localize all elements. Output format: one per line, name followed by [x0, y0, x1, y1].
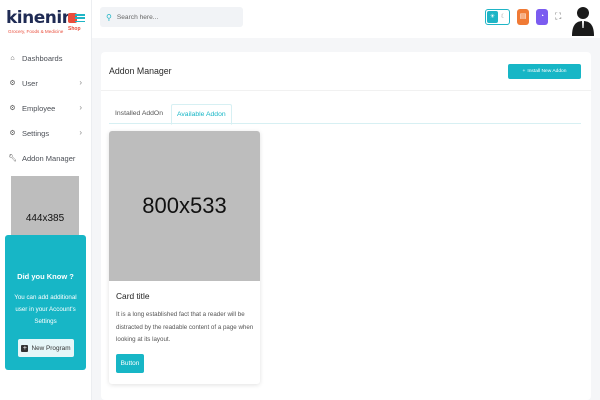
promo-card: Did you Know ? You can add additional us…	[5, 235, 86, 370]
sidebar-item-employee[interactable]: ⚙ Employee ›	[8, 100, 84, 116]
sidebar: kinenin Shop Grocery, Foods & Medicine ⌂…	[0, 0, 92, 400]
theme-toggle[interactable]: ☀ ☾	[485, 9, 510, 25]
image-size-label: 800x533	[142, 193, 227, 218]
brand-name: kinenin	[6, 8, 74, 28]
sidebar-item-dashboards[interactable]: ⌂ Dashboards	[8, 50, 84, 66]
wrench-icon: 🔧︎	[8, 155, 17, 162]
brand-shop-label: Shop	[68, 26, 81, 32]
sidebar-item-label: Employee	[22, 103, 56, 113]
promo-text: You can add additional user in your Acco…	[14, 294, 77, 325]
sidebar-item-label: Dashboards	[22, 53, 63, 63]
tab-bar: Installed AddOn Available Addon	[109, 104, 581, 125]
sidebar-item-addon-manager[interactable]: 🔧︎ Addon Manager	[8, 150, 84, 166]
install-addon-button[interactable]: + Install New Addon	[508, 64, 581, 79]
chevron-right-icon: ›	[79, 103, 82, 112]
dark-mode-icon: ☾	[500, 14, 506, 20]
gear-icon: ⚙	[9, 105, 16, 112]
sidebar-item-user[interactable]: ⚙ User ›	[8, 75, 84, 91]
addon-card: 800x533 Card title It is a long establis…	[109, 131, 260, 384]
search-bar: ⚲	[100, 7, 243, 27]
sidebar-item-label: Settings	[22, 128, 50, 138]
button-label: Install New Addon	[527, 69, 567, 74]
brand-tagline: Grocery, Foods & Medicine	[8, 29, 64, 34]
gear-icon: ⚙	[9, 80, 16, 87]
card-title: Card title	[116, 291, 150, 301]
card-text: It is a long established fact that a rea…	[116, 311, 254, 343]
calendar-icon[interactable]: ▤	[517, 9, 529, 25]
home-icon: ⌂	[10, 54, 15, 62]
card-image-placeholder: 800x533	[109, 131, 260, 281]
button-label: New Program	[31, 344, 71, 352]
light-mode-icon: ☀	[487, 11, 498, 23]
page-title: Addon Manager	[109, 66, 172, 76]
tab-installed-addon[interactable]: Installed AddOn	[115, 104, 163, 124]
gear-icon: ⚙	[9, 130, 16, 137]
plus-icon: +	[21, 344, 29, 352]
sidebar-item-settings[interactable]: ⚙ Settings ›	[8, 125, 84, 141]
card-button[interactable]: Button	[116, 354, 144, 373]
addon-manager-panel: Addon Manager + Install New Addon Instal…	[101, 52, 591, 400]
avatar[interactable]	[570, 4, 596, 36]
sidebar-item-label: Addon Manager	[22, 153, 76, 163]
image-size-label: 444x385	[25, 212, 65, 224]
divider	[101, 90, 591, 91]
new-program-button[interactable]: + New Program	[18, 339, 74, 357]
promo-title: Did you Know ?	[17, 272, 74, 281]
chevron-right-icon: ›	[79, 78, 82, 87]
sidebar-item-label: User	[22, 78, 38, 88]
brand-logo[interactable]: kinenin Shop Grocery, Foods & Medicine	[6, 6, 88, 40]
fullscreen-icon[interactable]: ⛶	[555, 11, 561, 22]
search-icon: ⚲	[106, 12, 112, 22]
plus-icon: +	[522, 69, 526, 74]
menu-toggle-icon[interactable]	[75, 14, 85, 23]
topbar: ⚲ ☀ ☾ ▤ ◔ ⛶	[92, 0, 600, 38]
chevron-right-icon: ›	[79, 128, 82, 137]
tab-available-addon[interactable]: Available Addon	[171, 104, 232, 125]
bell-icon[interactable]: ◔	[536, 9, 548, 25]
search-input[interactable]	[116, 13, 227, 21]
